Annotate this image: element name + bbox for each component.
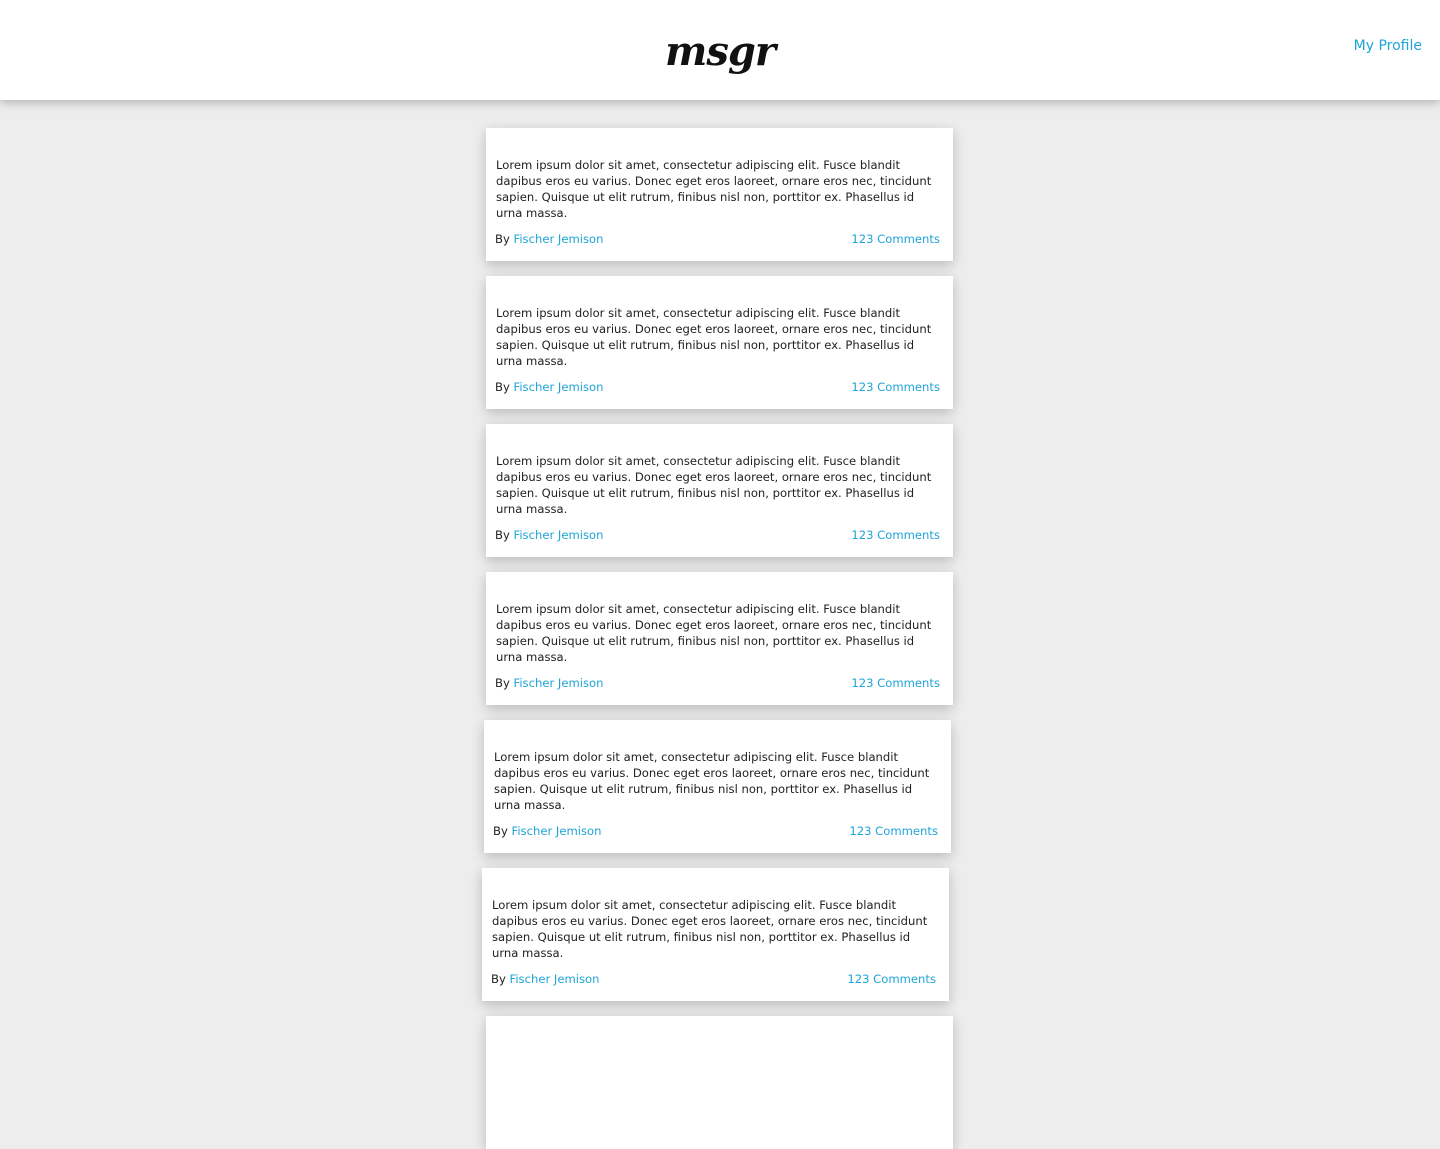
comments-link[interactable]: 123 Comments [849,824,938,838]
author-link[interactable]: Fischer Jemison [510,972,600,986]
comments-link[interactable]: 123 Comments [847,972,936,986]
author-link[interactable]: Fischer Jemison [514,380,604,394]
comments-link[interactable]: 123 Comments [851,232,940,246]
post-body: Lorem ipsum dolor sit amet, consectetur … [494,750,930,812]
post-body: Lorem ipsum dolor sit amet, consectetur … [492,898,928,960]
author-link[interactable]: Fischer Jemison [514,232,604,246]
post-body: Lorem ipsum dolor sit amet, consectetur … [496,602,932,664]
post-footer: By Fischer Jemison 123 Comments [493,824,938,838]
post-card: Lorem ipsum dolor sit amet, consectetur … [486,572,953,705]
comments-link[interactable]: 123 Comments [851,528,940,542]
by-label: By [495,380,510,394]
post-footer: By Fischer Jemison 123 Comments [495,676,940,690]
post-footer: By Fischer Jemison 123 Comments [495,232,940,246]
post-card: Lorem ipsum dolor sit amet, consectetur … [484,720,951,853]
post-footer: By Fischer Jemison 123 Comments [491,972,936,986]
post-footer: By Fischer Jemison 123 Comments [495,380,940,394]
post-card: Lorem ipsum dolor sit amet, consectetur … [486,276,953,409]
by-label: By [495,528,510,542]
my-profile-link[interactable]: My Profile [1354,38,1422,54]
post-body: Lorem ipsum dolor sit amet, consectetur … [496,158,932,220]
author-link[interactable]: Fischer Jemison [512,824,602,838]
comments-link[interactable]: 123 Comments [851,380,940,394]
author-link[interactable]: Fischer Jemison [514,676,604,690]
app-logo: msgr [665,28,776,75]
top-bar: msgr My Profile [0,0,1440,100]
post-card: Lorem ipsum dolor sit amet, consectetur … [486,128,953,261]
post-card: Lorem ipsum dolor sit amet, consectetur … [482,868,949,1001]
by-label: By [495,676,510,690]
post-body: Lorem ipsum dolor sit amet, consectetur … [496,454,932,516]
by-label: By [493,824,508,838]
post-card [486,1016,953,1149]
post-card: Lorem ipsum dolor sit amet, consectetur … [486,424,953,557]
comments-link[interactable]: 123 Comments [851,676,940,690]
post-body: Lorem ipsum dolor sit amet, consectetur … [496,306,932,368]
by-label: By [491,972,506,986]
post-footer: By Fischer Jemison 123 Comments [495,528,940,542]
author-link[interactable]: Fischer Jemison [514,528,604,542]
by-label: By [495,232,510,246]
